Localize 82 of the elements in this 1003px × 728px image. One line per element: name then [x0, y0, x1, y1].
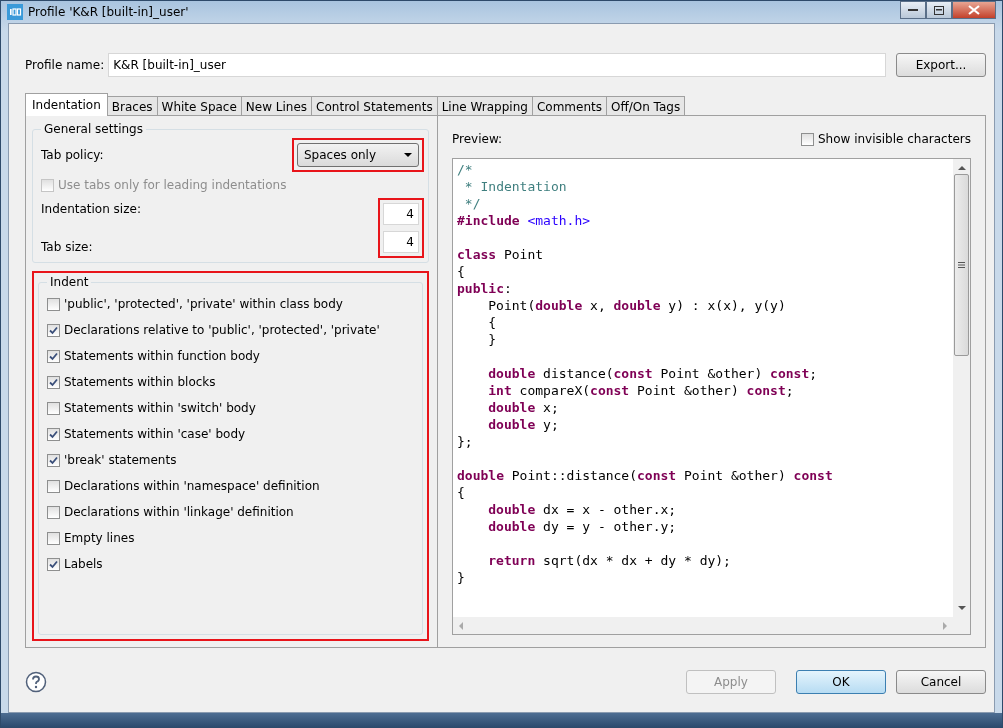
code-line: }; [457, 433, 474, 450]
code-line: /* [457, 161, 474, 178]
code-line: } [457, 569, 466, 586]
code-line: double distance(const Point &other) const; [487, 365, 819, 382]
code-line: class Point [457, 246, 545, 263]
checkbox-label: Statements within function body [64, 349, 260, 363]
close-button[interactable] [952, 1, 996, 19]
code-line: double dx = x - other.x; [487, 501, 678, 518]
code-line: } [487, 331, 498, 348]
tab[interactable]: Comments [531, 96, 607, 116]
checkbox[interactable] [47, 401, 60, 415]
code-line: double Point::distance(const Point &other) const [457, 467, 834, 484]
indentation-size-label: Indentation size: [41, 202, 141, 216]
code-line: { [457, 263, 466, 280]
scroll-thumb[interactable] [954, 174, 969, 356]
scroll-down-icon[interactable] [957, 604, 966, 613]
ok-button[interactable]: OK [796, 670, 886, 695]
tab[interactable]: Indentation [25, 93, 108, 116]
checkbox[interactable] [47, 557, 60, 571]
profile-name-field[interactable]: K&R [built-in]_user [108, 53, 886, 77]
code-line: double y; [487, 416, 560, 433]
tab-policy-label: Tab policy: [41, 148, 104, 162]
window-title: Profile 'K&R [built-in]_user' [28, 5, 189, 19]
tab[interactable]: Line Wrapping [436, 96, 533, 116]
checkbox-label: Show invisible characters [817, 132, 971, 146]
checkbox[interactable] [47, 505, 60, 519]
profile-name-label: Profile name: [25, 58, 105, 72]
checkbox[interactable] [47, 453, 60, 467]
code-line: return sqrt(dx * dx + dy * dy); [487, 552, 732, 569]
checkbox-label: Empty lines [64, 531, 135, 545]
tab[interactable]: White Space [156, 96, 242, 116]
code-line: { [457, 484, 466, 501]
minimize-icon [908, 8, 918, 12]
code-line: Point(double x, double y) : x(x), y(y) [487, 297, 787, 314]
code-line: { [487, 314, 498, 331]
indentation-size-field[interactable]: 4 [383, 203, 419, 225]
group-title: General settings [43, 122, 144, 136]
export-button[interactable]: Export... [896, 53, 986, 77]
checkbox-label: Declarations relative to 'public', 'protected', 'private' [64, 323, 380, 337]
checkbox[interactable] [47, 479, 60, 493]
tab[interactable]: New Lines [240, 96, 313, 116]
code-line: double dy = y - other.y; [487, 518, 678, 535]
checkbox-label: Use tabs only for leading indentations [58, 178, 287, 192]
minimize-button[interactable] [900, 1, 926, 19]
tab[interactable]: Braces [106, 96, 158, 116]
code-line: int compareX(const Point &other) const; [487, 382, 795, 399]
checkbox-label: Statements within 'case' body [64, 427, 246, 441]
checkbox[interactable] [47, 349, 60, 363]
checkbox[interactable] [47, 427, 60, 441]
tab[interactable]: Control Statements [311, 96, 438, 116]
close-icon [968, 5, 980, 15]
tab-policy-dropdown[interactable]: Spaces only [297, 143, 419, 167]
caret-icon [404, 153, 412, 157]
tab[interactable]: Off/On Tags [605, 96, 686, 116]
scroll-up-icon[interactable] [957, 164, 966, 172]
app-icon [7, 4, 23, 20]
checkbox[interactable] [47, 375, 60, 389]
code-line: * Indentation [463, 178, 568, 195]
group-title: Indent [49, 275, 90, 289]
checkbox-label: 'break' statements [64, 453, 177, 467]
help-icon[interactable] [25, 671, 47, 694]
maximize-button[interactable] [926, 1, 952, 19]
checkbox[interactable] [47, 297, 60, 311]
code-line: public: [457, 280, 513, 297]
checkbox-label: Declarations within 'namespace' definition [64, 479, 320, 493]
tab-size-field[interactable]: 4 [383, 231, 419, 253]
preview-label: Preview: [452, 132, 503, 146]
checkbox-label: Declarations within 'linkage' definition [64, 505, 294, 519]
maximize-icon [934, 5, 944, 15]
cancel-button[interactable]: Cancel [896, 670, 986, 695]
code-line: */ [463, 195, 482, 212]
checkbox[interactable] [47, 531, 60, 545]
tab-size-label: Tab size: [41, 240, 94, 254]
checkbox-label: Statements within blocks [64, 375, 216, 389]
checkbox-label: 'public', 'protected', 'private' within class body [64, 297, 343, 311]
checkbox-label: Statements within 'switch' body [64, 401, 256, 415]
checkbox-label: Labels [64, 557, 103, 571]
checkbox[interactable] [800, 132, 814, 146]
checkbox[interactable] [47, 323, 60, 337]
code-line: #include <math.h> [457, 212, 592, 229]
code-line: double x; [487, 399, 560, 416]
grip-icon [958, 262, 965, 268]
